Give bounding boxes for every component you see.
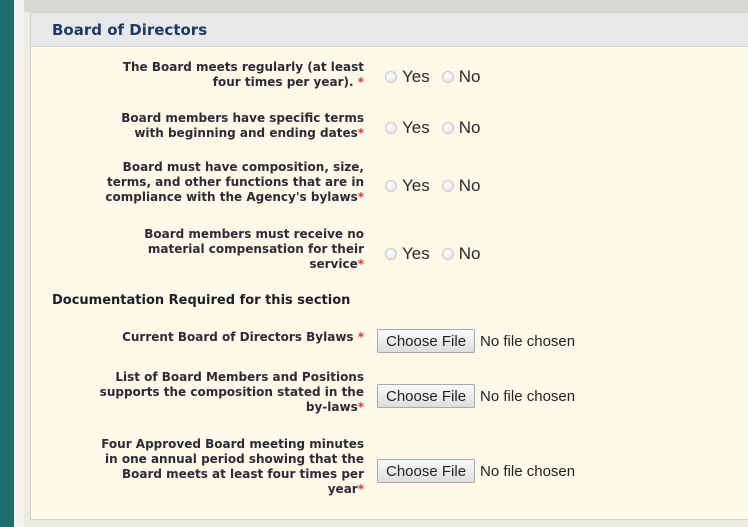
radio-label-no: No xyxy=(458,244,481,263)
board-of-directors-panel: Board of Directors The Board meets regul… xyxy=(30,12,748,520)
question-line: Board members must receive no xyxy=(144,227,364,241)
doc-label-meeting-minutes: Four Approved Board meeting minutes in o… xyxy=(101,437,364,497)
file-status-meeting-minutes: No file chosen xyxy=(480,462,576,480)
file-input-meeting-minutes: Choose File No file chosen xyxy=(377,458,575,484)
doc-line: by-laws xyxy=(305,400,358,414)
option-yes[interactable]: Yes xyxy=(385,118,430,138)
option-yes[interactable]: Yes xyxy=(385,244,430,264)
question-line: with beginning and ending dates xyxy=(134,126,358,140)
radio-no-specific-terms[interactable] xyxy=(441,122,454,134)
radio-no-meets-regularly[interactable] xyxy=(441,71,454,83)
question-line: compliance with the Agency's bylaws xyxy=(105,190,358,204)
question-label-compensation: Board members must receive no material c… xyxy=(144,227,364,272)
required-mark: * xyxy=(353,330,364,344)
radio-label-no: No xyxy=(458,67,481,86)
top-strip xyxy=(24,0,748,12)
section-header: Board of Directors xyxy=(31,13,748,47)
doc-line: in one annual period showing that the xyxy=(105,452,364,466)
radio-label-yes: Yes xyxy=(402,118,430,137)
option-no[interactable]: No xyxy=(441,67,481,87)
section-title: Board of Directors xyxy=(52,21,208,39)
question-line: material compensation for their xyxy=(147,242,364,256)
file-input-board-members: Choose File No file chosen xyxy=(377,383,575,409)
option-no[interactable]: No xyxy=(441,118,481,138)
radio-yes-compensation[interactable] xyxy=(385,248,397,260)
radio-group-meets-regularly: Yes No xyxy=(385,67,480,87)
question-line: four times per year). xyxy=(212,75,354,89)
required-mark: * xyxy=(357,257,364,271)
required-mark: * xyxy=(357,190,364,204)
question-label-composition: Board must have composition, size, terms… xyxy=(105,160,364,205)
file-input-bylaws: Choose File No file chosen xyxy=(377,328,575,354)
question-line: service xyxy=(309,257,358,271)
radio-label-yes: Yes xyxy=(402,244,430,263)
doc-line: Current Board of Directors Bylaws xyxy=(122,330,354,344)
option-no[interactable]: No xyxy=(441,176,481,196)
radio-label-no: No xyxy=(458,118,481,137)
radio-label-yes: Yes xyxy=(402,176,430,195)
radio-label-yes: Yes xyxy=(402,67,430,86)
radio-label-no: No xyxy=(458,176,481,195)
question-label-specific-terms: Board members have specific terms with b… xyxy=(121,111,364,141)
doc-label-bylaws: Current Board of Directors Bylaws * xyxy=(122,330,364,345)
option-no[interactable]: No xyxy=(441,244,481,264)
radio-yes-composition[interactable] xyxy=(385,180,397,192)
choose-file-button-board-members[interactable]: Choose File xyxy=(377,384,476,408)
required-mark: * xyxy=(357,482,364,496)
doc-line: year xyxy=(327,482,358,496)
question-line: terms, and other functions that are in xyxy=(107,175,364,189)
question-line: The Board meets regularly (at least xyxy=(122,60,364,74)
doc-line: List of Board Members and Positions xyxy=(115,370,364,384)
required-mark: * xyxy=(353,75,364,89)
left-gutter xyxy=(14,0,24,527)
question-line: Board must have composition, size, xyxy=(122,160,364,174)
choose-file-button-meeting-minutes[interactable]: Choose File xyxy=(377,459,476,483)
radio-no-composition[interactable] xyxy=(441,180,454,192)
radio-no-compensation[interactable] xyxy=(441,248,454,260)
required-mark: * xyxy=(357,400,364,414)
radio-yes-meets-regularly[interactable] xyxy=(385,71,397,83)
required-mark: * xyxy=(357,126,364,140)
radio-yes-specific-terms[interactable] xyxy=(385,122,397,134)
doc-line: supports the composition stated in the xyxy=(99,385,364,399)
radio-group-specific-terms: Yes No xyxy=(385,118,480,138)
file-status-board-members: No file chosen xyxy=(480,387,576,405)
question-line: Board members have specific terms xyxy=(121,111,364,125)
option-yes[interactable]: Yes xyxy=(385,176,430,196)
file-status-bylaws: No file chosen xyxy=(480,332,576,350)
question-label-meets-regularly: The Board meets regularly (at least four… xyxy=(123,60,364,90)
radio-group-compensation: Yes No xyxy=(385,244,480,264)
left-accent-bar xyxy=(0,0,14,527)
doc-label-board-members: List of Board Members and Positions supp… xyxy=(100,370,364,415)
documentation-heading: Documentation Required for this section xyxy=(52,293,351,308)
doc-line: Board meets at least four times per xyxy=(122,467,364,481)
choose-file-button-bylaws[interactable]: Choose File xyxy=(377,329,476,353)
option-yes[interactable]: Yes xyxy=(385,67,430,87)
radio-group-composition: Yes No xyxy=(385,176,480,196)
doc-line: Four Approved Board meeting minutes xyxy=(101,437,364,451)
